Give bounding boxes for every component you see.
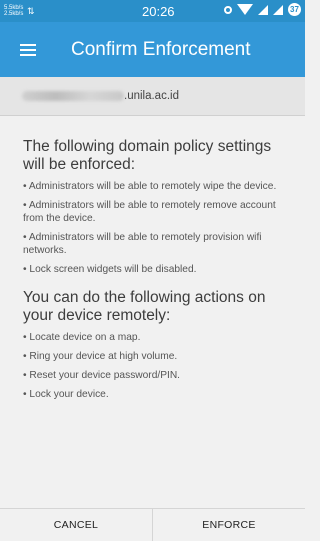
- remote-action-item: • Lock your device.: [23, 389, 109, 400]
- remote-action-item: • Reset your device password/PIN.: [23, 370, 181, 381]
- status-bar: 5.5kb/s 2.5kb/s ⇅ 20:26 37: [0, 0, 305, 22]
- policy-heading: The following domain policy settings wil…: [23, 138, 272, 173]
- signal-icon-secondary: [273, 4, 283, 15]
- button-bar: CANCEL ENFORCE: [0, 508, 305, 541]
- network-speed: 5.5kb/s 2.5kb/s: [4, 5, 26, 18]
- app-bar: Confirm Enforcement: [0, 22, 305, 77]
- policy-item: • Lock screen widgets will be disabled.: [23, 264, 197, 275]
- policy-content: The following domain policy settings wil…: [23, 138, 285, 407]
- clock: 20:26: [142, 4, 175, 19]
- remote-action-item: • Ring your device at high volume.: [23, 351, 178, 362]
- menu-icon[interactable]: [20, 43, 40, 57]
- status-icons: 37: [224, 3, 301, 16]
- policy-item: • Administrators will be able to remotel…: [23, 232, 262, 256]
- usb-icon: ⇅: [27, 5, 35, 16]
- policy-item: • Administrators will be able to remotel…: [23, 200, 276, 224]
- enforce-button[interactable]: ENFORCE: [153, 509, 305, 541]
- battery-icon: 37: [288, 3, 301, 16]
- cancel-button[interactable]: CANCEL: [0, 509, 152, 541]
- download-speed: 2.5kb/s: [4, 11, 24, 17]
- account-row: .unila.ac.id: [0, 77, 305, 115]
- page-title: Confirm Enforcement: [71, 38, 251, 60]
- account-name-redacted: [22, 91, 124, 101]
- sync-icon: [224, 5, 232, 14]
- remote-action-item: • Locate device on a map.: [23, 332, 141, 343]
- remote-actions-heading: You can do the following actions on your…: [23, 289, 266, 324]
- divider: [0, 115, 305, 116]
- wifi-icon: [237, 4, 253, 15]
- policy-item: • Administrators will be able to remotel…: [23, 181, 277, 192]
- signal-icon: [258, 4, 268, 15]
- account-domain: .unila.ac.id: [124, 90, 179, 102]
